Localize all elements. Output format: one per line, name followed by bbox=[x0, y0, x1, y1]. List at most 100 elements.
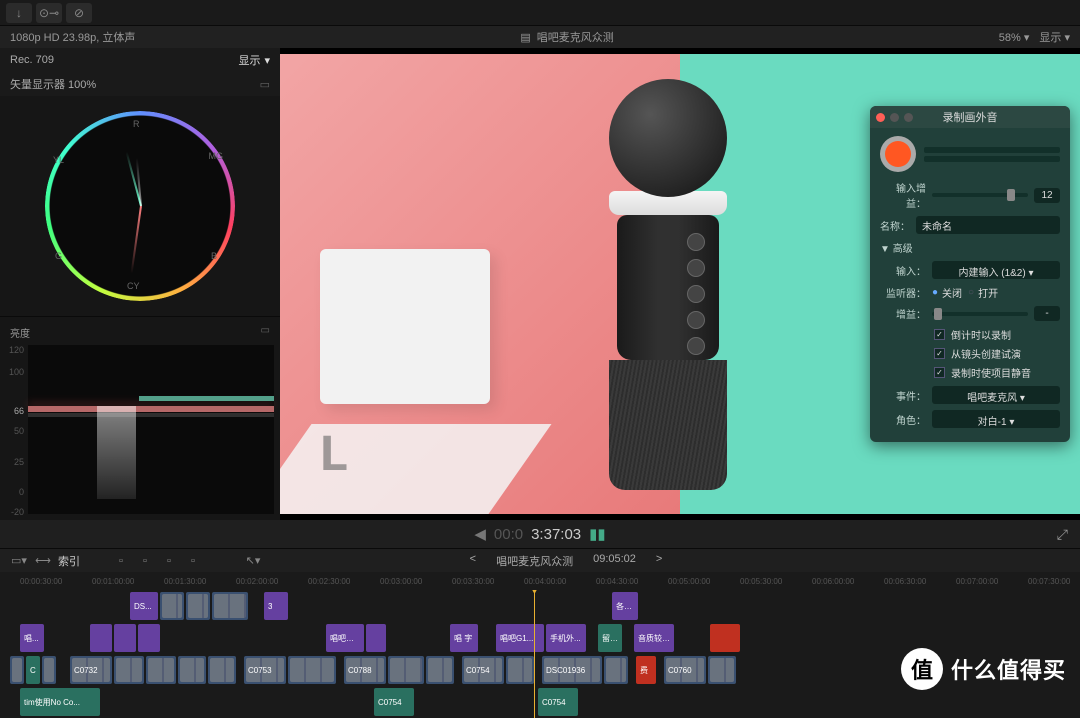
clip[interactable] bbox=[114, 624, 136, 652]
input-dropdown[interactable]: 内建输入 (1&2) ▾ bbox=[932, 261, 1060, 279]
settings-icon[interactable]: ▭ bbox=[261, 325, 270, 340]
clip[interactable] bbox=[42, 656, 56, 684]
clip[interactable] bbox=[114, 656, 144, 684]
monitor-on-radio[interactable]: ○打开 bbox=[968, 285, 998, 300]
ruler-mark: 00:02:00:00 bbox=[236, 577, 278, 586]
zoom-dropdown[interactable]: 58% ▾ bbox=[999, 31, 1030, 44]
voiceover-titlebar[interactable]: 录制画外音 bbox=[870, 106, 1070, 128]
arrow-tool-icon[interactable]: ↖▾ bbox=[244, 553, 262, 569]
viewer-canvas[interactable]: L 录制画外音 bbox=[280, 54, 1080, 514]
clip[interactable]: C0754 bbox=[374, 688, 414, 716]
chevron-down-icon: ▾ bbox=[1064, 32, 1070, 44]
clip[interactable]: DSC01936 bbox=[542, 656, 602, 684]
playhead[interactable] bbox=[534, 590, 535, 718]
layout2-icon[interactable]: ▫ bbox=[136, 553, 154, 569]
clip[interactable]: 唱 字 bbox=[450, 624, 478, 652]
ruler-mark: 00:01:00:00 bbox=[92, 577, 134, 586]
gain-slider[interactable] bbox=[932, 193, 1028, 197]
layout4-icon[interactable]: ▫ bbox=[184, 553, 202, 569]
timeline-ruler[interactable]: 00:00:30:0000:01:00:0000:01:30:0000:02:0… bbox=[0, 572, 1080, 590]
clip[interactable] bbox=[160, 592, 184, 620]
clip[interactable] bbox=[604, 656, 628, 684]
clip[interactable]: 留有妖... bbox=[598, 624, 622, 652]
import-button[interactable]: ↓ bbox=[6, 3, 32, 23]
clip[interactable]: C0732 bbox=[70, 656, 112, 684]
clip[interactable]: 音质较好... bbox=[634, 624, 674, 652]
clip[interactable] bbox=[186, 592, 210, 620]
clip[interactable] bbox=[90, 624, 112, 652]
clip[interactable] bbox=[138, 624, 160, 652]
fullscreen-icon[interactable]: ⤢ bbox=[1057, 526, 1068, 543]
gain-value[interactable]: 12 bbox=[1034, 188, 1060, 203]
clip[interactable]: C bbox=[26, 656, 40, 684]
clip[interactable]: 唱... bbox=[20, 624, 44, 652]
timeline-next[interactable]: > bbox=[656, 553, 662, 569]
role-dropdown[interactable]: 对白-1 ▾ bbox=[932, 410, 1060, 428]
clip[interactable] bbox=[710, 624, 740, 652]
audition-checkbox[interactable]: ✓从镜头创建试演 bbox=[934, 346, 1060, 361]
play-next-icon[interactable]: ▮▮ bbox=[589, 525, 606, 543]
timecode[interactable]: 3:37:03 bbox=[531, 526, 581, 543]
clip[interactable]: 手机外... bbox=[546, 624, 586, 652]
clip-label: C0754 bbox=[466, 666, 490, 675]
clip[interactable]: C0760 bbox=[664, 656, 706, 684]
clip[interactable] bbox=[178, 656, 206, 684]
info-bar: 1080p HD 23.98p, 立体声 ▤ 唱吧麦克风众测 58% ▾ 显示 … bbox=[0, 26, 1080, 48]
voiceover-panel[interactable]: 录制画外音 输入增益： 12 名称： bbox=[870, 106, 1070, 442]
clip[interactable]: 费 bbox=[636, 656, 656, 684]
vs-target-b: B bbox=[211, 251, 217, 261]
layout1-icon[interactable]: ▫ bbox=[112, 553, 130, 569]
zoom-slider-icon[interactable]: ⟷ bbox=[34, 553, 52, 569]
zoom-icon[interactable] bbox=[904, 113, 913, 122]
clip[interactable]: tim使用No Co... bbox=[20, 688, 100, 716]
vs-target-r: R bbox=[133, 119, 140, 129]
clip-appearance-icon[interactable]: ▭▾ bbox=[10, 553, 28, 569]
clip[interactable] bbox=[506, 656, 534, 684]
clip[interactable] bbox=[208, 656, 236, 684]
clip[interactable]: C0754 bbox=[538, 688, 578, 716]
record-button[interactable] bbox=[880, 136, 916, 172]
clip[interactable]: C0754 bbox=[462, 656, 504, 684]
index-button[interactable]: 索引 bbox=[58, 553, 80, 569]
settings-icon[interactable]: ▭ bbox=[260, 78, 270, 91]
scope-view-dropdown[interactable]: 显示 ▾ bbox=[238, 52, 270, 68]
disclosure-triangle[interactable]: ▼ bbox=[880, 244, 890, 255]
timecode-prefix: 00:0 bbox=[494, 526, 523, 543]
monitor-off-radio[interactable]: ●关闭 bbox=[932, 285, 962, 300]
clip[interactable]: 各种... bbox=[612, 592, 638, 620]
clip[interactable]: 唱吧G1... bbox=[326, 624, 364, 652]
clip[interactable] bbox=[426, 656, 454, 684]
clip-label: 唱... bbox=[24, 633, 39, 644]
layout3-icon[interactable]: ▫ bbox=[160, 553, 178, 569]
clip[interactable]: DS... bbox=[130, 592, 158, 620]
clip[interactable] bbox=[10, 656, 24, 684]
event-dropdown[interactable]: 唱吧麦克风 ▾ bbox=[932, 386, 1060, 404]
clip[interactable]: C0788 bbox=[344, 656, 386, 684]
clip[interactable] bbox=[366, 624, 386, 652]
play-prev-icon[interactable]: ◀ bbox=[474, 525, 486, 543]
clip[interactable] bbox=[388, 656, 424, 684]
mute-checkbox[interactable]: ✓录制时使项目静音 bbox=[934, 365, 1060, 380]
track-titles-upper[interactable]: DS... 3 各种... bbox=[0, 592, 1080, 620]
track-audio[interactable]: tim使用No Co... C0754 C0754 bbox=[0, 688, 1080, 716]
close-icon[interactable] bbox=[876, 113, 885, 122]
keyword-button[interactable]: ⊙⊸ bbox=[36, 3, 62, 23]
clip[interactable]: C0753 bbox=[244, 656, 286, 684]
minimize-icon[interactable] bbox=[890, 113, 899, 122]
clip[interactable] bbox=[146, 656, 176, 684]
clip[interactable] bbox=[212, 592, 248, 620]
top-toolbar: ↓ ⊙⊸ ⊘ bbox=[0, 0, 1080, 26]
clip[interactable] bbox=[288, 656, 336, 684]
timeline-prev[interactable]: < bbox=[470, 553, 476, 569]
clip[interactable]: 唱吧G1... bbox=[496, 624, 544, 652]
monitor-gain-slider[interactable] bbox=[932, 312, 1028, 316]
clip[interactable] bbox=[708, 656, 736, 684]
clip[interactable]: 3 bbox=[264, 592, 288, 620]
ruler-mark: 00:00:30:00 bbox=[20, 577, 62, 586]
clip-label: 各种... bbox=[616, 601, 634, 612]
countdown-checkbox[interactable]: ✓倒计时以录制 bbox=[934, 327, 1060, 342]
name-field[interactable] bbox=[916, 216, 1060, 234]
bg-task-button[interactable]: ⊘ bbox=[66, 3, 92, 23]
watermark: 值 什么值得买 bbox=[901, 648, 1066, 690]
view-dropdown[interactable]: 显示 ▾ bbox=[1039, 29, 1070, 45]
